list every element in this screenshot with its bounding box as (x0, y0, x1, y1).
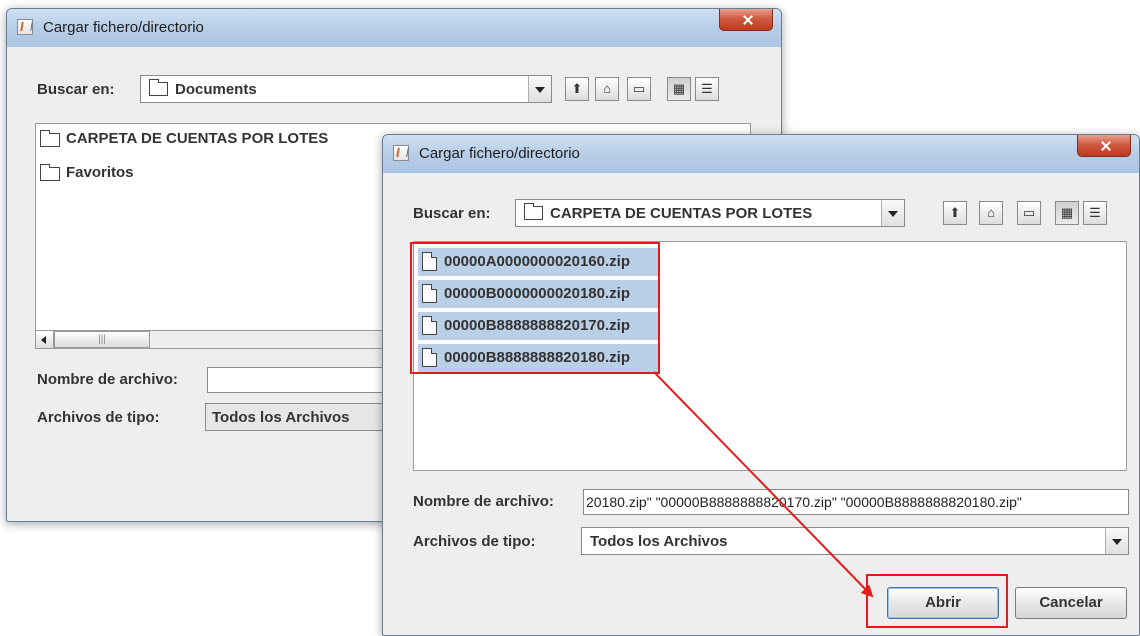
front-filename-input[interactable]: 20180.zip" "00000B8888888820170.zip" "00… (583, 489, 1129, 515)
home-button[interactable]: ⌂ (979, 201, 1003, 225)
back-look-in-label: Buscar en: (37, 81, 115, 98)
chevron-down-icon[interactable] (1105, 528, 1128, 554)
chevron-down-icon[interactable] (528, 76, 551, 102)
folder-name: CARPETA DE CUENTAS POR LOTES (66, 130, 329, 147)
front-filename-value: 20180.zip" "00000B8888888820170.zip" "00… (586, 494, 1022, 510)
front-filetype-label-text: Archivos de tipo: (413, 533, 536, 550)
details-view-button[interactable]: ☰ (695, 77, 719, 101)
back-look-in-value: Documents (175, 81, 257, 98)
new-folder-button[interactable]: ▭ (1017, 201, 1041, 225)
back-look-in-label-text: Buscar en: (37, 81, 115, 98)
scroll-left-icon[interactable] (36, 331, 54, 348)
front-look-in-label-text: Buscar en: (413, 205, 491, 222)
new-folder-button[interactable]: ▭ (627, 77, 651, 101)
folder-icon (524, 203, 543, 220)
scroll-thumb[interactable]: ||| (54, 331, 150, 348)
back-filename-label: Nombre de archivo: (37, 371, 178, 388)
front-dialog-titlebar[interactable]: Cargar fichero/directorio (383, 135, 1139, 173)
up-folder-button[interactable]: ⬆ (943, 201, 967, 225)
list-view-button[interactable]: ▦ (667, 77, 691, 101)
back-filetype-value: Todos los Archivos (212, 409, 350, 426)
details-view-button[interactable]: ☰ (1083, 201, 1107, 225)
home-button[interactable]: ⌂ (595, 77, 619, 101)
list-view-button[interactable]: ▦ (1055, 201, 1079, 225)
back-dialog-close-button[interactable] (719, 9, 773, 31)
front-file-dialog: Cargar fichero/directorio Buscar en: CAR… (382, 134, 1140, 636)
front-filetype-label: Archivos de tipo: (413, 533, 536, 550)
front-look-in-combo[interactable]: CARPETA DE CUENTAS POR LOTES (515, 199, 905, 227)
front-filename-label: Nombre de archivo: (413, 493, 554, 510)
front-dialog-title: Cargar fichero/directorio (419, 145, 580, 162)
back-look-in-combo[interactable]: Documents (140, 75, 552, 103)
back-dialog-title: Cargar fichero/directorio (43, 19, 204, 36)
front-filetype-combo[interactable]: Todos los Archivos (581, 527, 1129, 555)
folder-name: Favoritos (66, 164, 134, 181)
front-look-in-value: CARPETA DE CUENTAS POR LOTES (550, 205, 813, 222)
front-dialog-close-button[interactable] (1077, 135, 1131, 157)
java-app-icon (393, 145, 409, 161)
folder-icon (40, 130, 60, 147)
back-filename-label-text: Nombre de archivo: (37, 371, 178, 388)
java-app-icon (17, 19, 33, 35)
back-filetype-label-text: Archivos de tipo: (37, 409, 160, 426)
up-folder-button[interactable]: ⬆ (565, 77, 589, 101)
back-filetype-label: Archivos de tipo: (37, 409, 160, 426)
front-filetype-value: Todos los Archivos (590, 533, 728, 550)
folder-icon (149, 79, 168, 96)
open-button-highlight (866, 574, 1008, 628)
folder-icon (40, 164, 60, 181)
front-filename-label-text: Nombre de archivo: (413, 493, 554, 510)
chevron-down-icon[interactable] (881, 200, 904, 226)
cancel-button[interactable]: Cancelar (1015, 587, 1127, 619)
front-look-in-label: Buscar en: (413, 205, 491, 222)
back-dialog-titlebar[interactable]: Cargar fichero/directorio (7, 9, 781, 47)
file-selection-highlight (410, 242, 660, 374)
